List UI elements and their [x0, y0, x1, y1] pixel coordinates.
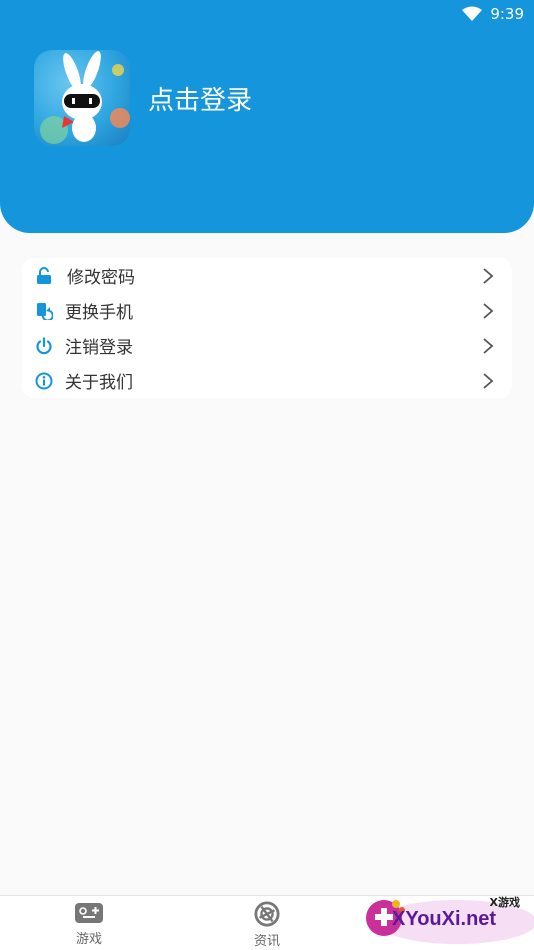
chevron-right-icon	[483, 372, 494, 389]
login-prompt[interactable]: 点击登录	[148, 80, 252, 117]
status-bar: 9:39	[462, 0, 524, 28]
menu-item-label: 关于我们	[65, 373, 133, 393]
tab-label: 游戏	[75, 932, 102, 947]
chevron-right-icon	[483, 337, 494, 354]
avatar[interactable]	[34, 50, 130, 146]
lock-icon	[34, 266, 54, 286]
menu-item-label: 注销登录	[65, 338, 133, 358]
news-icon	[254, 901, 280, 927]
menu-item-about-us[interactable]: 关于我们	[22, 363, 512, 398]
power-icon	[34, 336, 54, 356]
menu-item-change-phone[interactable]: 更换手机	[22, 293, 512, 328]
settings-menu: 修改密码 更换手机 注销登录 关于我们	[22, 258, 512, 398]
status-time: 9:39	[490, 5, 524, 23]
gamepad-icon	[75, 903, 103, 923]
chevron-right-icon	[483, 267, 494, 284]
menu-item-label: 修改密码	[67, 268, 135, 288]
site-watermark: X游戏 XYouXi.net	[362, 890, 534, 949]
profile-header: 9:39 点击登录	[0, 0, 534, 233]
tab-games[interactable]: 游戏	[49, 901, 129, 949]
menu-item-change-password[interactable]: 修改密码	[22, 258, 512, 293]
info-icon	[34, 371, 54, 391]
rabbit-mascot-icon	[40, 51, 130, 144]
chevron-right-icon	[483, 302, 494, 319]
menu-item-label: 更换手机	[65, 303, 133, 323]
phone-swap-icon	[34, 301, 54, 321]
wifi-icon	[462, 6, 483, 21]
tab-news[interactable]: 资讯	[227, 901, 307, 949]
watermark-brand: XYouXi.net	[392, 908, 497, 930]
tab-label: 资讯	[253, 934, 280, 949]
menu-item-logout[interactable]: 注销登录	[22, 328, 512, 363]
